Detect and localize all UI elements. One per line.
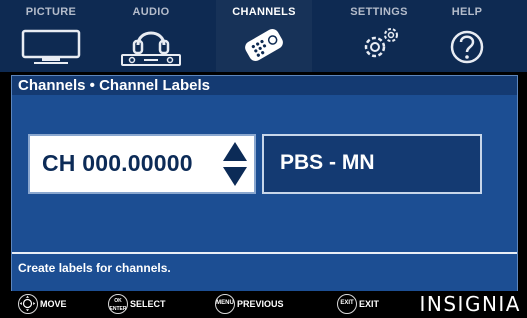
tab-picture-label: PICTURE	[25, 6, 77, 18]
top-menu-bar: PICTURE AUDIO CHANNELS SETTINGS HELP	[0, 0, 527, 72]
exit-label: EXIT	[359, 299, 380, 309]
tab-audio[interactable]: AUDIO	[103, 0, 199, 72]
tab-channels[interactable]: CHANNELS	[216, 0, 312, 72]
brand-logo: INSIGNIA	[419, 292, 521, 316]
tab-help-label: HELP	[451, 6, 483, 18]
tab-settings-label: SETTINGS	[350, 6, 408, 18]
dpad-icon	[18, 294, 38, 314]
question-icon	[447, 21, 487, 72]
previous-label: PREVIOUS	[237, 299, 284, 309]
headphones-speaker-icon	[118, 21, 184, 72]
channel-number: CH 000.00000	[42, 150, 193, 176]
menu-button-icon: MENU	[215, 294, 235, 314]
tv-screen: PICTURE AUDIO CHANNELS SETTINGS HELP Cha…	[0, 0, 527, 318]
breadcrumb-text: Channels • Channel Labels	[18, 77, 210, 94]
breadcrumb: Channels • Channel Labels	[12, 76, 517, 95]
tv-icon	[20, 21, 82, 70]
channel-label-value: PBS - MN	[280, 151, 375, 174]
channel-labels-panel: Channels • Channel Labels CH 000.00000 P…	[11, 75, 518, 292]
tab-picture[interactable]: PICTURE	[3, 0, 99, 72]
channel-label-field[interactable]: PBS - MN	[262, 134, 482, 194]
channel-selector[interactable]: CH 000.00000	[28, 134, 256, 194]
move-label: MOVE	[40, 299, 67, 309]
divider	[12, 252, 517, 254]
exit-button-icon: EXIT	[337, 294, 357, 314]
tab-help[interactable]: HELP	[419, 0, 515, 72]
ok-enter-button-icon: OK ENTER	[108, 294, 128, 314]
remote-control-icon	[234, 21, 294, 70]
tab-audio-label: AUDIO	[132, 6, 170, 18]
tab-channels-label: CHANNELS	[232, 6, 296, 18]
gears-icon	[351, 21, 407, 72]
select-label: SELECT	[130, 299, 166, 309]
up-down-arrows-icon[interactable]	[222, 140, 248, 193]
footer-bar: MOVE OK ENTER SELECT MENU PREVIOUS EXIT …	[0, 291, 527, 318]
tab-settings[interactable]: SETTINGS	[331, 0, 427, 72]
help-hint: Create labels for channels.	[18, 261, 171, 275]
